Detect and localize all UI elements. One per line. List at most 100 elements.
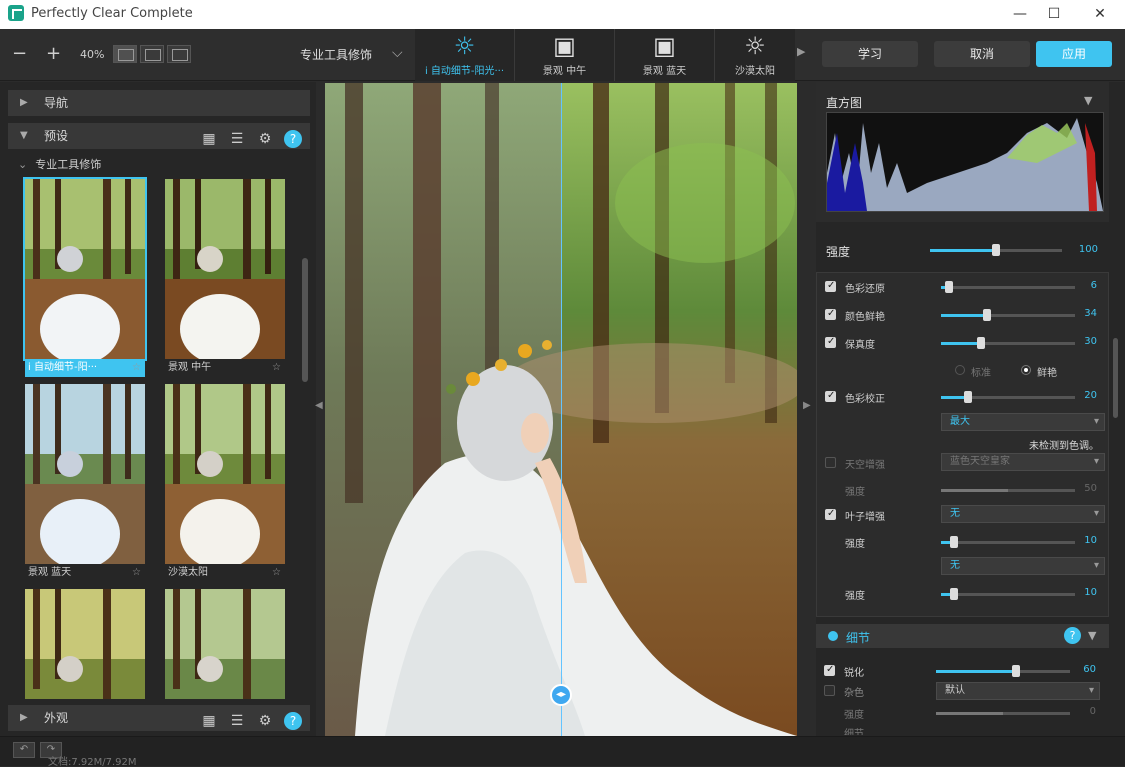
close-button[interactable]: ✕ bbox=[1080, 3, 1120, 25]
help-icon[interactable]: ? bbox=[284, 130, 302, 148]
strength-label: 强度 bbox=[826, 245, 851, 259]
sky-enhance-checkbox[interactable] bbox=[825, 457, 836, 468]
histogram-menu-icon[interactable]: ▼ bbox=[1084, 94, 1092, 107]
foliage-strength-slider[interactable] bbox=[941, 536, 1075, 548]
foliage-enhance-checkbox[interactable] bbox=[825, 508, 836, 520]
navigator-header[interactable]: ▶ 导航 bbox=[8, 90, 310, 116]
collapse-left-arrow-icon[interactable]: ◀ bbox=[315, 400, 323, 411]
preset-thumb[interactable]: 沙漠太阳 ☆ bbox=[165, 384, 285, 578]
gear-icon[interactable]: ⚙ bbox=[256, 130, 274, 148]
preset-thumbnail-image bbox=[165, 179, 285, 359]
list-view-icon[interactable]: ☰ bbox=[228, 130, 246, 148]
color-restore-checkbox[interactable] bbox=[825, 280, 836, 292]
presets-header[interactable]: ▼ 预设 ▦ ☰ ⚙? bbox=[8, 123, 310, 149]
left-panel: ▶ 导航 ▼ 预设 ▦☰⚙? ⌄专业工具修饰 i 自动细节-阳···☆ bbox=[0, 82, 316, 736]
side-by-side-view-button[interactable] bbox=[167, 45, 191, 63]
gear-icon[interactable]: ⚙ bbox=[256, 712, 274, 730]
star-icon[interactable]: ☆ bbox=[272, 359, 281, 377]
color-settings-section: 色彩还原 6 颜色鲜艳 34 保真度 30 标准 鲜艳 色彩校正 20 最大 未… bbox=[816, 272, 1109, 617]
appearance-header[interactable]: ▶ 外观 ▦ ☰ ⚙? bbox=[8, 705, 310, 731]
star-icon[interactable]: ☆ bbox=[272, 564, 281, 582]
sky-enhance-dropdown[interactable]: 蓝色天空皇家 bbox=[941, 453, 1105, 471]
preset-thumb[interactable] bbox=[165, 589, 285, 699]
color-correction-checkbox[interactable] bbox=[825, 390, 836, 402]
mode-standard-radio[interactable] bbox=[955, 365, 965, 375]
vibrance-checkbox[interactable] bbox=[825, 308, 836, 320]
sharpen-slider[interactable] bbox=[936, 665, 1070, 677]
fidelity-value: 30 bbox=[1084, 336, 1097, 347]
strip-next-arrow-icon[interactable]: ▶ bbox=[797, 45, 805, 58]
star-icon[interactable]: ☆ bbox=[132, 359, 141, 377]
preset-thumb-label: 景观 蓝天 ☆ bbox=[25, 564, 145, 582]
file-info: 文档:7.92M/7.92M bbox=[48, 757, 137, 767]
preset-thumb[interactable] bbox=[25, 589, 145, 699]
landscape-icon: ▣ bbox=[653, 32, 676, 60]
foliage-strength-label: 强度 bbox=[845, 539, 865, 550]
noise-dropdown[interactable]: 默认 bbox=[936, 682, 1100, 700]
fidelity-slider[interactable] bbox=[941, 337, 1075, 349]
color-correction-dropdown[interactable]: 最大 bbox=[941, 413, 1105, 431]
strip-preset-auto-detail[interactable]: ☼ i 自动细节-阳光··· bbox=[415, 29, 515, 81]
help-icon[interactable]: ? bbox=[284, 712, 302, 730]
apply-button[interactable]: 应用 bbox=[1036, 41, 1112, 67]
learn-button[interactable]: 学习 bbox=[822, 41, 918, 67]
strength-slider[interactable] bbox=[930, 244, 1062, 256]
noise-strength-slider[interactable] bbox=[936, 712, 1070, 715]
right-panel-scrollbar[interactable] bbox=[1113, 338, 1118, 418]
sky-strength-slider[interactable] bbox=[941, 489, 1075, 492]
color-correction-slider[interactable] bbox=[941, 391, 1075, 403]
sharpen-checkbox[interactable] bbox=[824, 664, 835, 676]
color-correction-note: 未检测到色调。 bbox=[1029, 441, 1099, 452]
split-divider[interactable] bbox=[561, 83, 562, 736]
noise-checkbox[interactable] bbox=[824, 685, 835, 696]
zoom-in-button[interactable]: + bbox=[46, 29, 61, 79]
foliage-strength-slider-2[interactable] bbox=[941, 588, 1075, 600]
zoom-out-button[interactable]: − bbox=[12, 29, 27, 79]
detail-enabled-dot-icon[interactable] bbox=[828, 631, 838, 641]
color-restore-slider[interactable] bbox=[941, 281, 1075, 293]
preset-group-title[interactable]: ⌄ 专业工具修饰 bbox=[18, 156, 101, 172]
star-icon[interactable]: ☆ bbox=[132, 564, 141, 582]
maximize-button[interactable]: ☐ bbox=[1034, 3, 1074, 25]
grid-view-icon[interactable]: ▦ bbox=[200, 712, 218, 730]
preset-thumbnail-image bbox=[25, 589, 145, 699]
zoom-level: 40% bbox=[80, 48, 105, 61]
foliage-strength-value: 10 bbox=[1084, 535, 1097, 546]
sky-enhance-label: 天空增强 bbox=[845, 460, 885, 471]
foliage-dropdown-2[interactable]: 无 bbox=[941, 557, 1105, 575]
preset-thumb[interactable]: 景观 蓝天 ☆ bbox=[25, 384, 145, 578]
landscape-icon: ▣ bbox=[553, 32, 576, 60]
expand-triangle-icon: ▶ bbox=[20, 97, 28, 108]
color-restore-value: 6 bbox=[1090, 280, 1097, 291]
fidelity-checkbox[interactable] bbox=[825, 336, 836, 348]
title-bar: Perfectly Clear Complete — ☐ ✕ bbox=[0, 0, 1125, 29]
photo-canvas[interactable]: ◂▸ bbox=[325, 83, 797, 736]
collapse-right-arrow-icon[interactable]: ▶ bbox=[803, 400, 811, 411]
split-view-button[interactable] bbox=[140, 45, 164, 63]
foliage-dropdown[interactable]: 无 bbox=[941, 505, 1105, 523]
strip-preset-desert-sun[interactable]: ☼ 沙漠太阳 bbox=[715, 29, 795, 81]
chevron-down-icon[interactable]: ⌵ bbox=[392, 45, 403, 61]
strip-preset-landscape-noon[interactable]: ▣ 景观 中午 bbox=[515, 29, 615, 81]
preset-thumb[interactable]: i 自动细节-阳··· ☆ bbox=[23, 177, 147, 377]
window-title: Perfectly Clear Complete bbox=[31, 6, 193, 21]
single-view-button[interactable] bbox=[113, 45, 137, 63]
preset-group-select[interactable]: 专业工具修饰 bbox=[300, 46, 372, 63]
vibrance-slider[interactable] bbox=[941, 309, 1075, 321]
undo-icon[interactable]: ↶ bbox=[13, 742, 35, 758]
toolbar: − + 40% 专业工具修饰 ⌵ ☼ i 自动细节-阳光··· ▣ 景观 中午 … bbox=[0, 29, 1125, 81]
strip-preset-landscape-blue-sky[interactable]: ▣ 景观 蓝天 bbox=[615, 29, 715, 81]
preset-thumbnail-image bbox=[165, 589, 285, 699]
presets-scrollbar[interactable] bbox=[302, 258, 308, 382]
mode-vivid-radio[interactable] bbox=[1021, 365, 1031, 375]
grid-view-icon[interactable]: ▦ bbox=[200, 130, 218, 148]
preset-thumbnail-image bbox=[25, 179, 145, 359]
detail-header[interactable]: 细节 ? ▼ bbox=[816, 624, 1109, 648]
preset-thumb[interactable]: 景观 中午 ☆ bbox=[165, 179, 285, 373]
collapse-triangle-icon[interactable]: ▼ bbox=[1088, 629, 1096, 642]
help-icon[interactable]: ? bbox=[1064, 627, 1081, 644]
collapse-chevron-icon: ⌄ bbox=[18, 158, 28, 171]
cancel-button[interactable]: 取消 bbox=[934, 41, 1030, 67]
split-handle-icon[interactable]: ◂▸ bbox=[550, 684, 572, 706]
list-view-icon[interactable]: ☰ bbox=[228, 712, 246, 730]
